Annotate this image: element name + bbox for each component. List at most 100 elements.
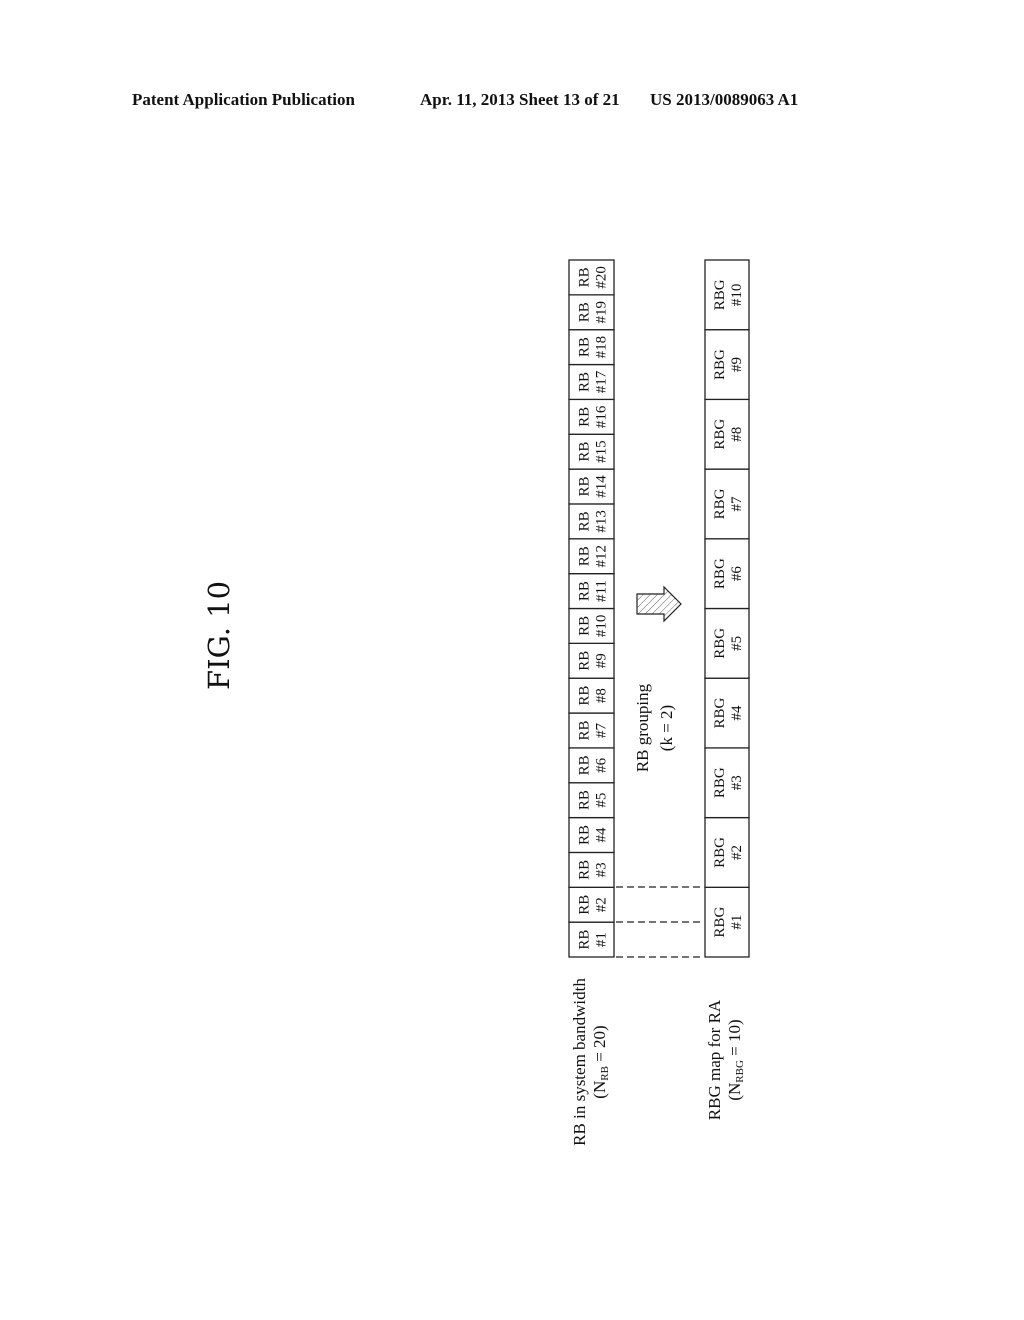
rb-cell-label: RB <box>577 546 593 566</box>
rbg-cell-label: RBG <box>712 907 728 938</box>
rbg-cell-index: #7 <box>729 496 745 512</box>
rb-cell-index: #1 <box>594 932 610 947</box>
rb-cell: RB #20 <box>568 259 615 296</box>
rb-cell: RB #5 <box>568 782 615 819</box>
rb-cell-index: #19 <box>594 301 610 324</box>
rb-cell: RB #8 <box>568 677 615 714</box>
rbg-cell: RBG #2 <box>704 816 750 888</box>
rb-cell-label: RB <box>577 686 593 706</box>
rb-cell-label: RB <box>577 755 593 775</box>
rb-cell-index: #9 <box>594 653 610 668</box>
rbg-cell-label: RBG <box>712 419 728 450</box>
rb-cell-index: #11 <box>594 580 610 602</box>
rb-cell-index: #18 <box>594 336 610 359</box>
rb-cell: RB #17 <box>568 363 615 401</box>
rbg-cell-index: #8 <box>729 427 745 442</box>
rb-cell-label: RB <box>577 720 593 740</box>
rb-cell: RB #16 <box>568 398 615 435</box>
rb-cell: RB #11 <box>568 573 615 610</box>
rbg-cell-index: #1 <box>729 915 745 930</box>
rb-cell-index: #10 <box>594 615 610 638</box>
rb-cell-label: RB <box>577 372 593 392</box>
rbg-cell: RBG #1 <box>704 886 750 958</box>
rb-cell: RB #18 <box>568 329 615 366</box>
rbg-cell: RBG #10 <box>704 259 750 331</box>
rb-cell-index: #13 <box>594 510 610 533</box>
rbg-row-label-line1: RBG map for RA <box>705 999 724 1120</box>
rbg-cell-index: #5 <box>729 636 745 651</box>
rbg-cell-index: #4 <box>729 705 745 721</box>
rb-cell: RB #7 <box>568 712 615 749</box>
rbg-cell: RBG #3 <box>704 747 750 819</box>
rb-grouping-diagram: RB #1RB #2RB #3RB #4RB #5RB #6RB #7RB #8RB #9RB #1… <box>568 259 750 1146</box>
rb-cell: RB #13 <box>568 503 615 540</box>
rbg-cell-index: #9 <box>729 357 745 372</box>
rbg-cell: RBG #5 <box>704 607 750 679</box>
rb-cell-label: RB <box>577 930 593 950</box>
rb-cell-label: RB <box>577 442 593 462</box>
rbg-cell-label: RBG <box>712 837 728 868</box>
rbg-row: RBG #1RBG #2RBG #3RBG #4RBG #5RBG #6RBG #7RBG #8… <box>704 259 750 958</box>
rbg-cell: RBG #7 <box>704 468 750 540</box>
rb-cell: RB #9 <box>568 642 615 679</box>
rb-cell-index: #20 <box>594 266 610 289</box>
rbg-cell-label: RBG <box>712 628 728 659</box>
rbg-cell-index: #3 <box>729 775 745 790</box>
rb-cell: RB #14 <box>568 468 615 505</box>
rbg-cell: RBG #4 <box>704 677 750 749</box>
rb-cell-index: #14 <box>594 475 610 498</box>
group-dashed-lines <box>616 886 704 958</box>
grouping-arrow-icon <box>636 585 682 623</box>
rb-cell: RB #15 <box>568 433 615 470</box>
rb-cell: RB #1 <box>568 921 615 958</box>
rb-cell-label: RB <box>577 825 593 845</box>
rb-cell: RB #10 <box>568 607 615 644</box>
rbg-cell-label: RBG <box>712 558 728 589</box>
rb-cell-label: RB <box>577 790 593 810</box>
rb-row: RB #1RB #2RB #3RB #4RB #5RB #6RB #7RB #8RB #9RB #1… <box>568 259 615 958</box>
rbg-cell-label: RBG <box>712 767 728 798</box>
rbg-cell: RBG #6 <box>704 538 750 610</box>
rb-row-label-line2: (NRB = 20) <box>590 1025 611 1098</box>
grouping-label-line2: (k = 2) <box>657 705 676 751</box>
rb-row-label: RB in system bandwidth (NRB = 20) <box>570 978 611 1146</box>
rb-cell: RB #12 <box>568 538 615 575</box>
rb-cell-label: RB <box>577 581 593 601</box>
rbg-row-label: RBG map for RA (NRBG = 10) <box>705 999 746 1120</box>
rb-cell-index: #3 <box>594 862 610 877</box>
rb-cell-index: #5 <box>594 793 610 808</box>
rb-cell: RB #4 <box>568 816 615 854</box>
rbg-cell-label: RBG <box>712 697 728 728</box>
rb-cell-index: #7 <box>594 722 610 738</box>
rb-cell-label: RB <box>577 302 593 322</box>
rbg-cell-label: RBG <box>712 349 728 380</box>
rb-cell: RB #3 <box>568 851 615 888</box>
rb-cell-index: #8 <box>594 688 610 703</box>
rb-cell-index: #2 <box>594 897 610 912</box>
rb-cell-index: #15 <box>594 440 610 463</box>
grouping-label: RB grouping (k = 2) <box>633 683 676 772</box>
rb-cell-label: RB <box>577 895 593 915</box>
rbg-cell-index: #6 <box>729 566 745 582</box>
rb-cell-label: RB <box>577 267 593 287</box>
rb-cell-label: RB <box>577 477 593 497</box>
rb-cell-index: #17 <box>594 370 610 393</box>
rbg-row-label-line2: (NRBG = 10) <box>725 1019 746 1100</box>
rb-cell-label: RB <box>577 337 593 357</box>
rb-cell-index: #6 <box>594 757 610 773</box>
rb-cell-index: #4 <box>594 827 610 843</box>
rbg-cell-label: RBG <box>712 279 728 310</box>
rb-cell: RB #6 <box>568 747 615 784</box>
rbg-cell-label: RBG <box>712 488 728 519</box>
rb-cell-label: RB <box>577 407 593 427</box>
rb-cell-label: RB <box>577 511 593 531</box>
rbg-cell-index: #10 <box>729 284 745 307</box>
rb-cell-label: RB <box>577 860 593 880</box>
grouping-label-line1: RB grouping <box>633 683 652 772</box>
rb-row-label-line1: RB in system bandwidth <box>570 978 589 1146</box>
rbg-cell: RBG #9 <box>704 329 750 401</box>
rbg-cell: RBG #8 <box>704 398 750 470</box>
rbg-cell-index: #2 <box>729 845 745 860</box>
rb-cell-label: RB <box>577 616 593 636</box>
rb-cell-label: RB <box>577 651 593 671</box>
